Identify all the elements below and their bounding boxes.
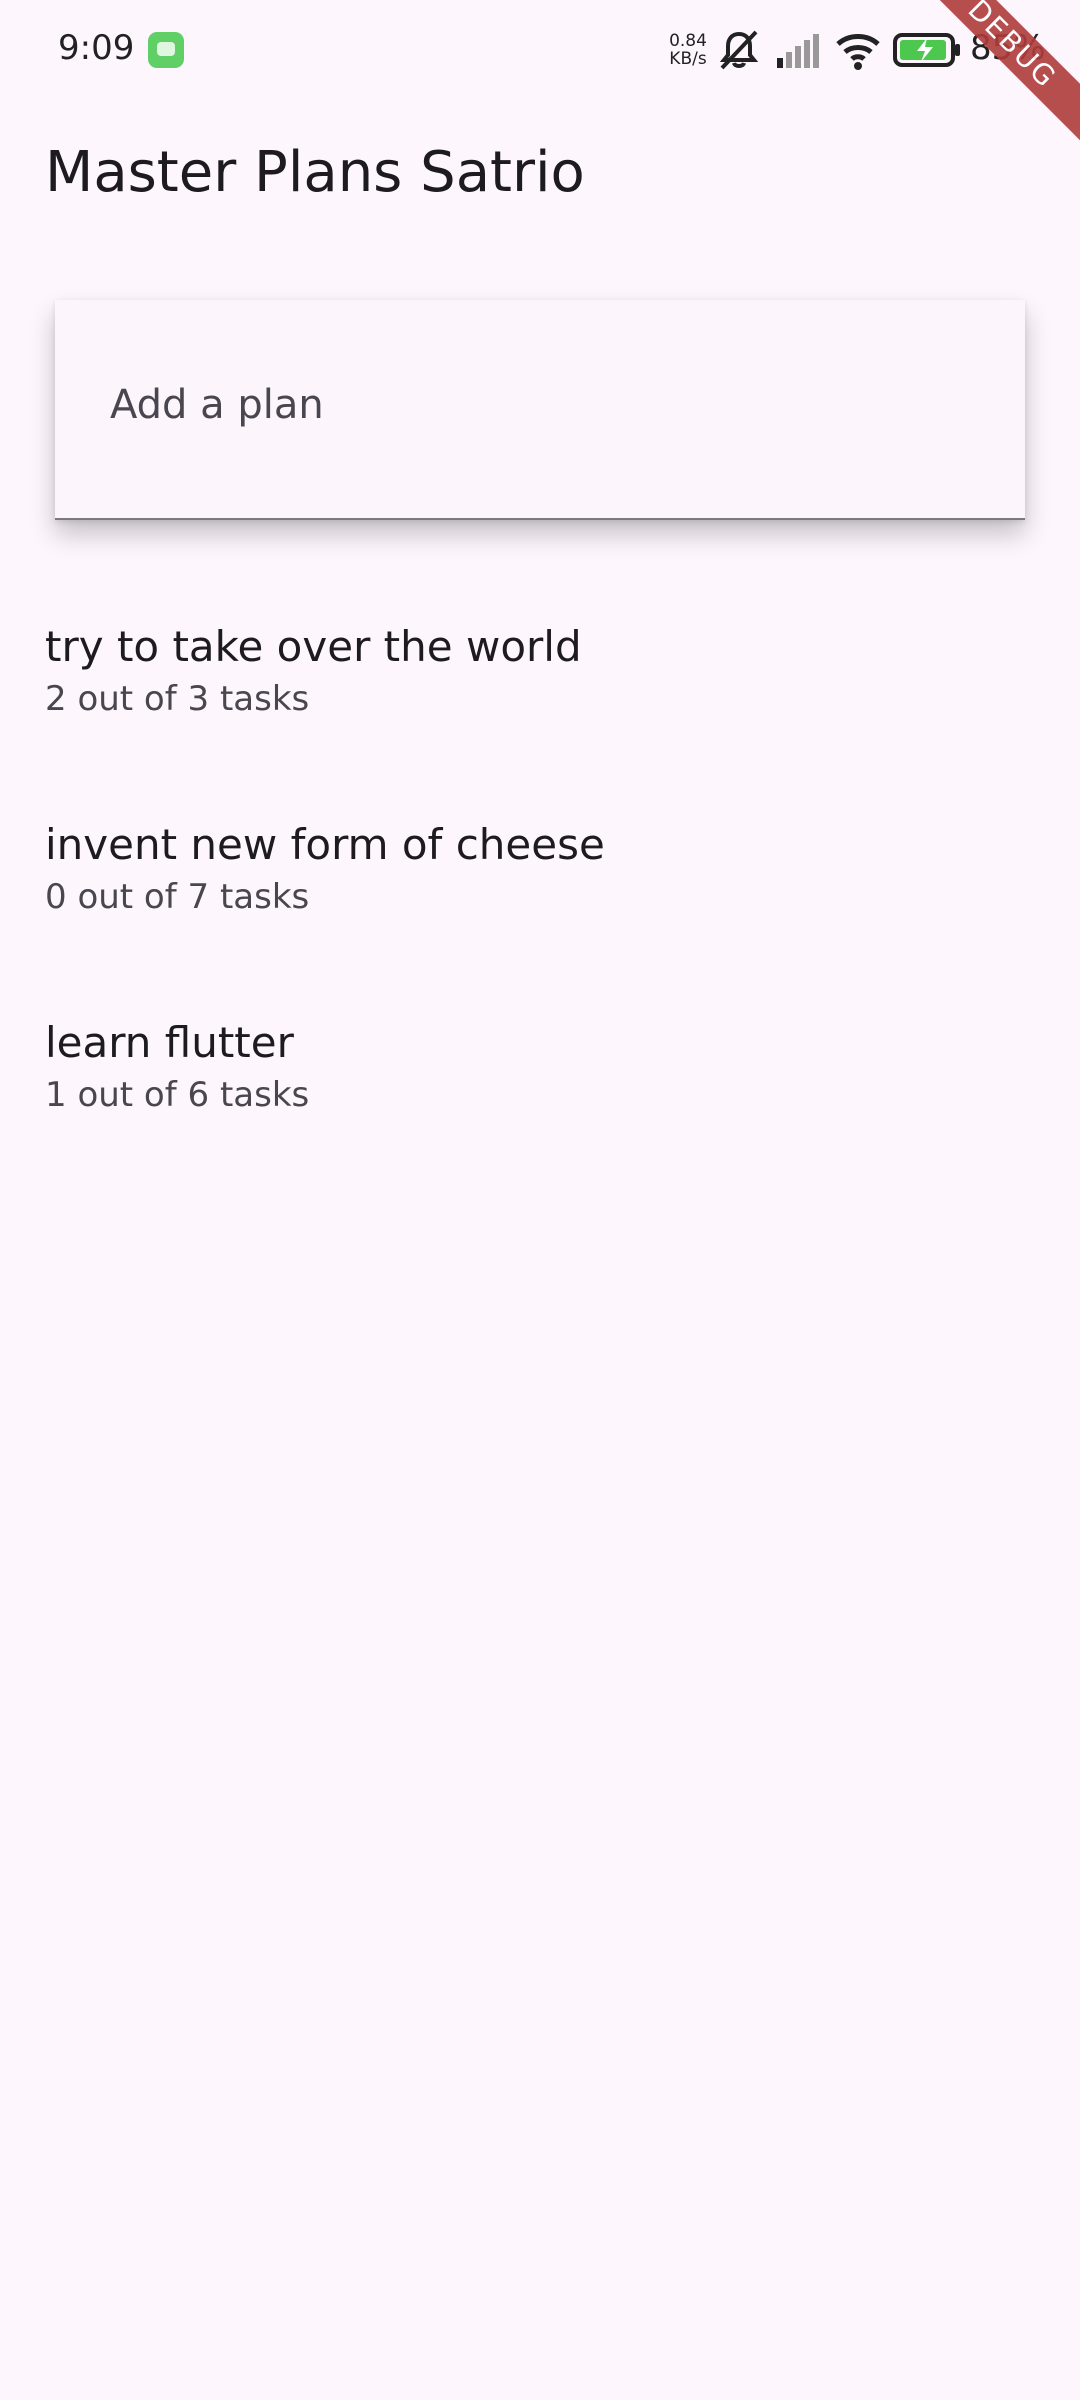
wifi-icon (834, 28, 882, 76)
plan-progress: 0 out of 7 tasks (45, 877, 310, 917)
page-title: Master Plans Satrio (45, 140, 585, 205)
plan-progress: 2 out of 3 tasks (45, 679, 310, 719)
battery-charging-icon (893, 32, 963, 72)
plan-list-item[interactable]: try to take over the world 2 out of 3 ta… (0, 590, 1080, 788)
add-plan-card (55, 300, 1025, 520)
network-speed-value: 0.84 (669, 31, 707, 51)
cellular-signal-icon (775, 28, 821, 76)
plan-list: try to take over the world 2 out of 3 ta… (0, 590, 1080, 1184)
plan-list-item[interactable]: learn flutter 1 out of 6 tasks (0, 986, 1080, 1184)
plan-title: invent new form of cheese (45, 820, 605, 869)
plan-title: learn flutter (45, 1018, 294, 1067)
network-speed-unit: KB/s (669, 49, 707, 69)
app-notification-icon (148, 32, 184, 68)
plan-title: try to take over the world (45, 622, 582, 671)
plan-progress: 1 out of 6 tasks (45, 1075, 310, 1115)
network-speed: 0.84 KB/s (666, 32, 710, 68)
add-plan-input[interactable] (110, 382, 970, 428)
status-bar: 9:09 0.84 KB/s (0, 0, 1080, 100)
mute-bell-icon (716, 28, 762, 76)
status-time: 9:09 (58, 28, 135, 68)
plan-list-item[interactable]: invent new form of cheese 0 out of 7 tas… (0, 788, 1080, 986)
